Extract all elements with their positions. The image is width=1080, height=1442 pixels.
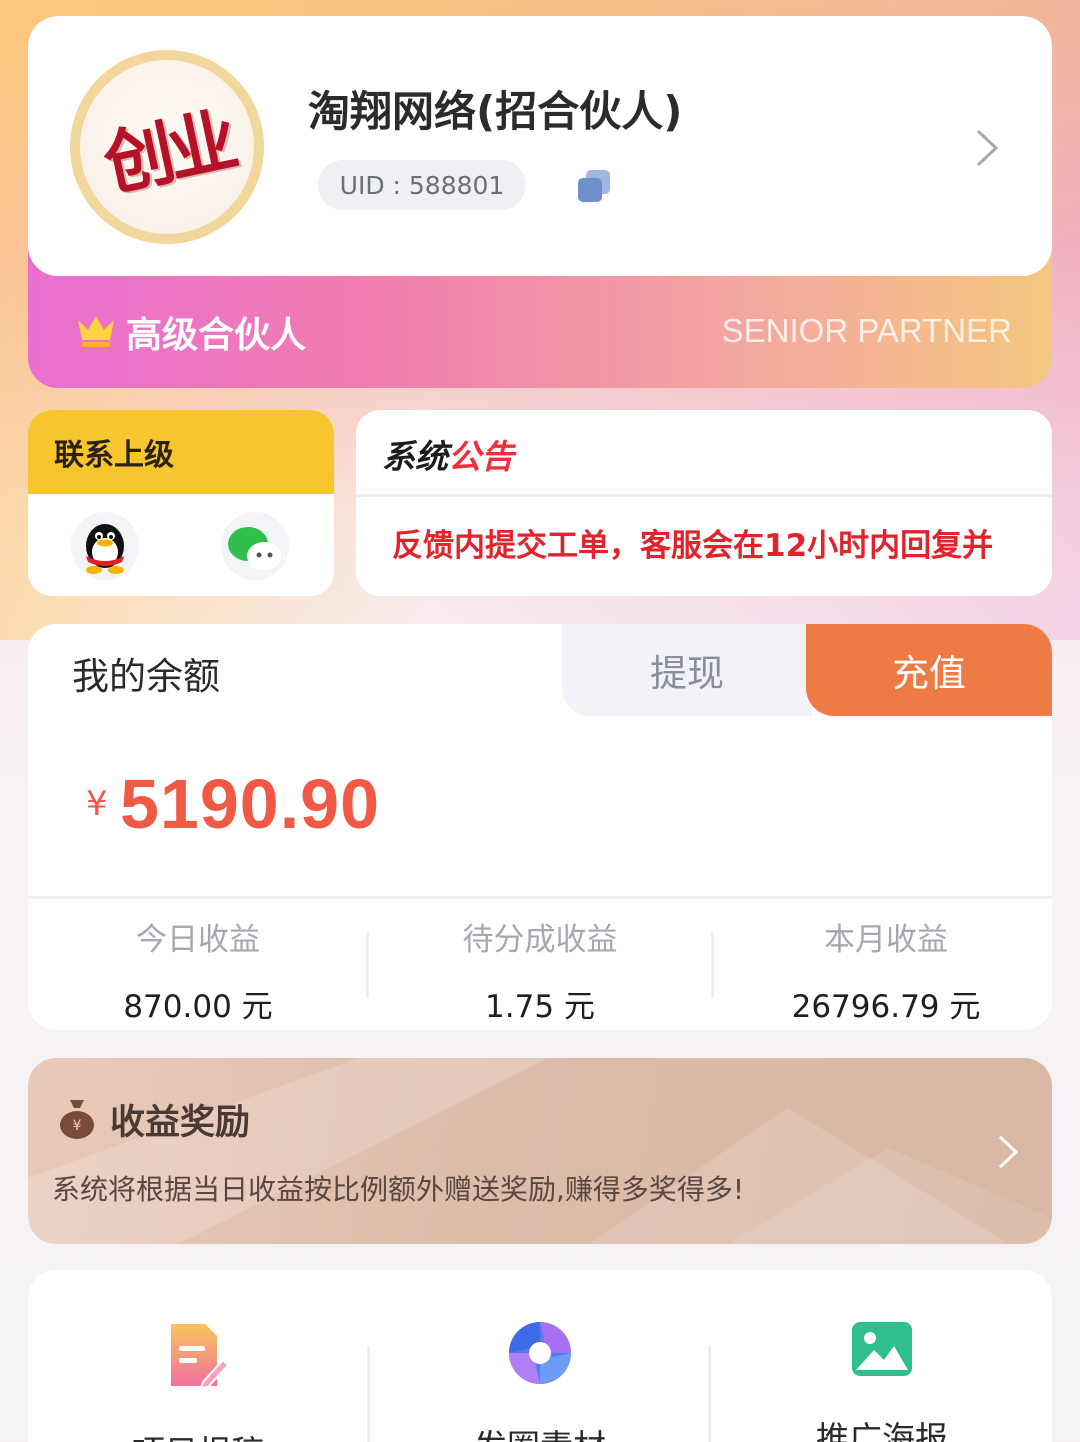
tool-project-report[interactable]: 项目报稿 — [28, 1320, 368, 1442]
chevron-right-icon[interactable] — [972, 128, 1002, 168]
partner-level: 高级合伙人 — [126, 315, 307, 356]
avatar-logo-text: 创业 — [96, 97, 240, 206]
svg-text:¥: ¥ — [73, 1118, 82, 1134]
notice-title-red: 公告 — [448, 437, 514, 476]
tool-label: 推广海报 — [816, 1419, 948, 1442]
divider — [28, 896, 1052, 899]
wechat-icon[interactable] — [220, 510, 290, 582]
profile-section: 创业 淘翔网络(招合伙人) UID : 588801 高级合伙人 SENIOR … — [28, 16, 1052, 388]
avatar[interactable]: 创业 — [70, 50, 264, 244]
recharge-button[interactable]: 充值 — [806, 624, 1052, 716]
tool-label: 发圈素材 — [370, 1420, 710, 1442]
reward-description: 系统将根据当日收益按比例额外赠送奖励,赚得多奖得多! — [52, 1173, 745, 1206]
tool-promo-poster[interactable]: 推广海报 — [712, 1320, 1052, 1442]
crown-icon — [78, 316, 114, 347]
currency-symbol: ¥ — [86, 784, 108, 824]
withdraw-button[interactable]: 提现 — [562, 624, 812, 716]
stat-month-earnings[interactable]: 本月收益 26796.79 元 — [716, 914, 1052, 1026]
contact-superior-title: 联系上级 — [28, 410, 334, 494]
notice-marquee: 反馈内提交工单，客服会在12小时内回复并 — [392, 520, 1018, 570]
earnings-reward-banner[interactable]: ¥ 收益奖励 系统将根据当日收益按比例额外赠送奖励,赚得多奖得多! — [28, 1058, 1052, 1244]
qq-icon[interactable] — [70, 510, 140, 582]
stat-today-earnings[interactable]: 今日收益 870.00 元 — [28, 914, 368, 1026]
decorative-shapes — [28, 1058, 1052, 1244]
tool-label: 项目报稿 — [28, 1426, 368, 1442]
contact-superior-card: 联系上级 — [28, 410, 334, 596]
money-bag-icon: ¥ — [60, 1100, 94, 1139]
balance-label: 我的余额 — [72, 655, 220, 698]
divider — [366, 932, 369, 998]
notice-text: 反馈内提交工单，客服会在12小时内回复并 — [392, 528, 994, 564]
tool-share-materials[interactable]: 发圈素材 — [370, 1320, 710, 1442]
uid-badge: UID : 588801 — [318, 160, 526, 210]
partner-level-en: SENIOR PARTNER — [721, 312, 1012, 349]
profile-name: 淘翔网络(招合伙人) — [308, 87, 683, 136]
balance-card: 我的余额 提现 充值 ¥ 5190.90 今日收益 870.00 元 待分成收益… — [28, 624, 1052, 1030]
stat-value: 26796.79 元 — [791, 989, 981, 1025]
divider — [711, 932, 714, 998]
stat-label: 待分成收益 — [462, 922, 618, 958]
divider — [356, 494, 1052, 497]
divider — [708, 1346, 711, 1442]
profile-card[interactable]: 创业 淘翔网络(招合伙人) UID : 588801 — [28, 16, 1052, 276]
stat-value: 870.00 元 — [123, 989, 273, 1025]
chevron-right-icon[interactable] — [996, 1134, 1020, 1170]
notice-title: 系统公告 — [382, 430, 514, 478]
reward-title: 收益奖励 — [110, 1103, 251, 1143]
stat-value: 1.75 元 — [485, 989, 595, 1025]
document-edit-icon — [171, 1324, 229, 1390]
balance-amount: 5190.90 — [120, 765, 381, 843]
copy-icon[interactable] — [576, 168, 612, 204]
stat-pending-earnings[interactable]: 待分成收益 1.75 元 — [370, 914, 710, 1026]
image-icon — [852, 1322, 912, 1376]
stat-label: 本月收益 — [824, 922, 948, 958]
stat-label: 今日收益 — [136, 922, 260, 958]
aperture-icon — [509, 1322, 571, 1384]
notice-title-black: 系统 — [382, 437, 448, 476]
tools-grid: 项目报稿 发圈素材 推广海报 — [28, 1270, 1052, 1442]
system-notice-card[interactable]: 系统公告 反馈内提交工单，客服会在12小时内回复并 — [356, 410, 1052, 596]
